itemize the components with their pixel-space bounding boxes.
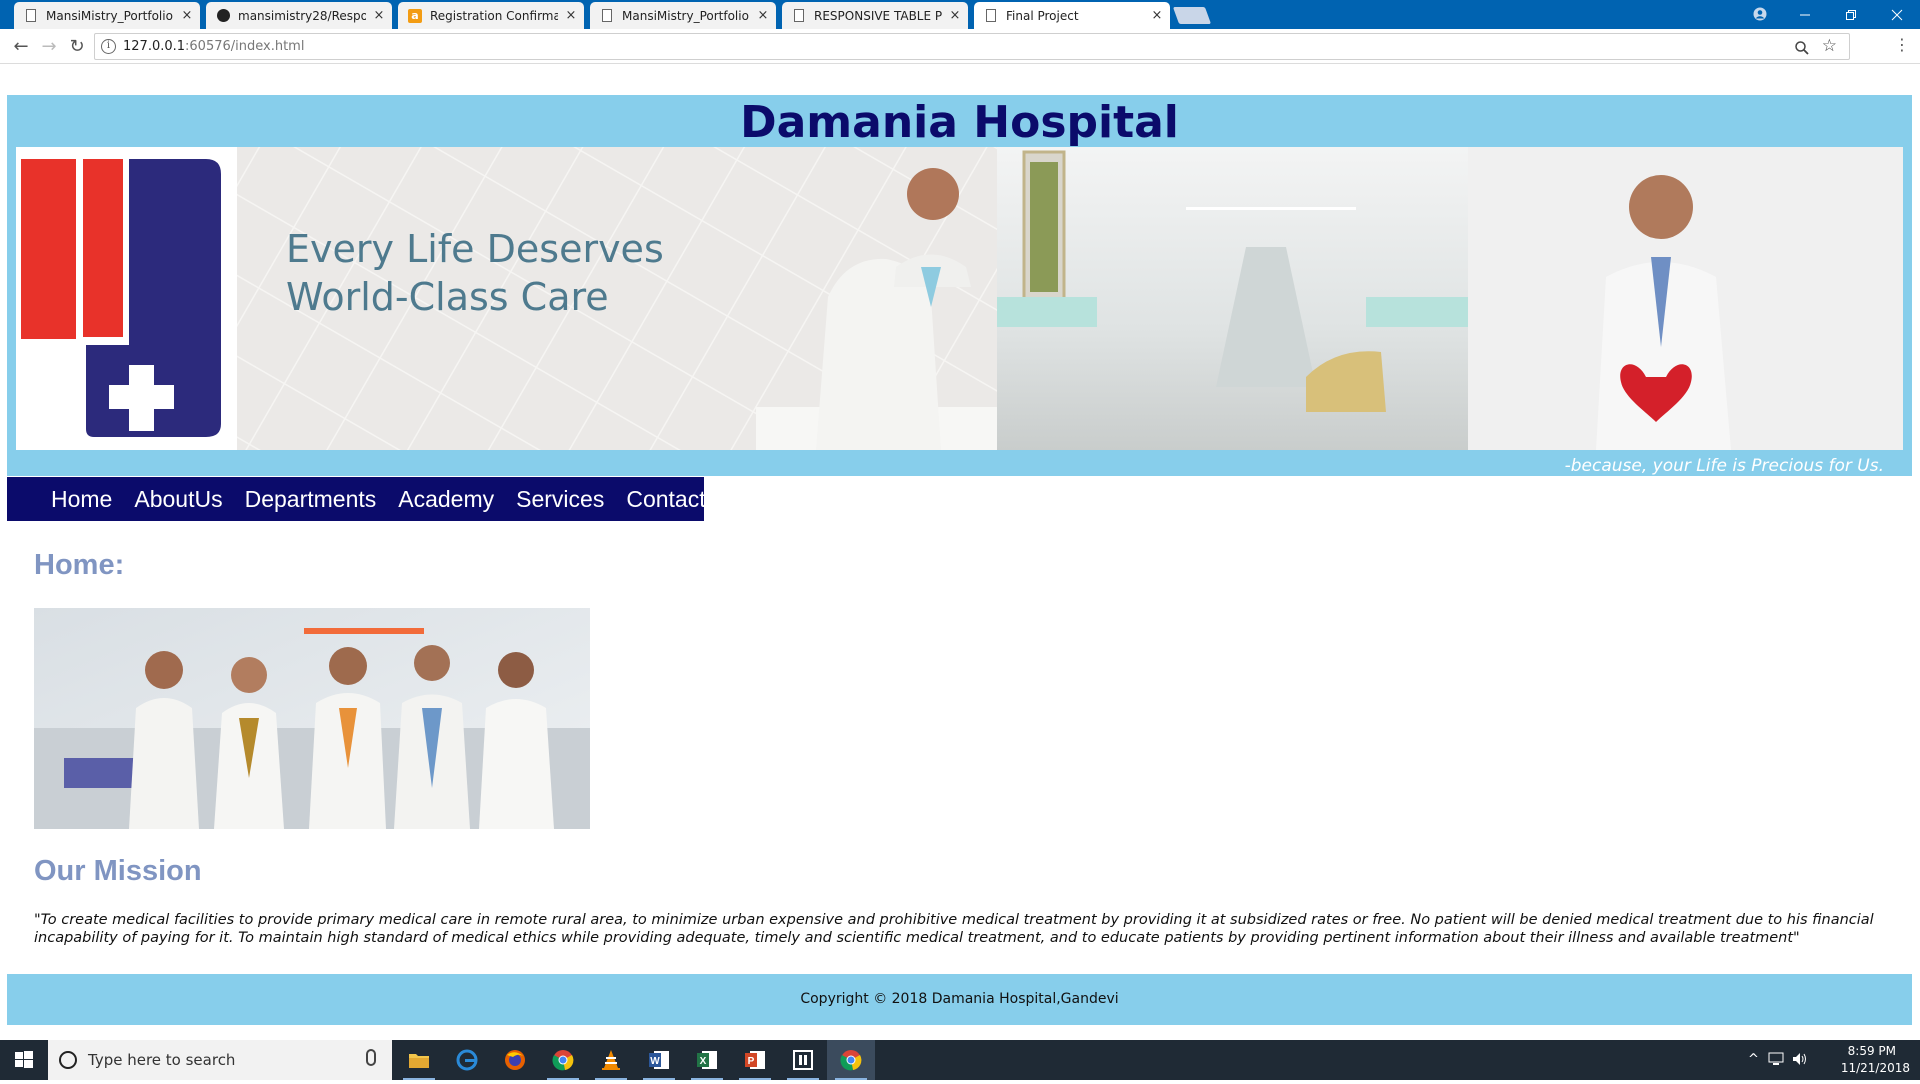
amazon-icon: a (408, 8, 422, 23)
windows-taskbar: Type here to search W X P ^ 8:59 PM 11/2… (0, 1040, 1920, 1080)
svg-text:X: X (700, 1056, 707, 1067)
site-title: Damania Hospital (740, 97, 1179, 148)
header-tagline: -because, your Life is Precious for Us. (1564, 456, 1884, 476)
page-icon (24, 9, 38, 23)
page-icon (984, 9, 998, 23)
github-icon (216, 9, 230, 23)
close-icon[interactable]: × (948, 8, 962, 23)
back-icon[interactable]: ← (8, 34, 34, 60)
close-icon[interactable]: × (180, 8, 194, 23)
volume-icon[interactable] (1792, 1052, 1808, 1070)
web-page: Damania Hospital Every Life Deserves Wor… (0, 65, 1920, 1040)
tab-title: Final Project (1006, 8, 1079, 23)
nav-link-contact[interactable]: Contact (626, 477, 705, 521)
tab-title: Registration Confirmation (430, 8, 558, 23)
browser-tab[interactable]: a Registration Confirmation × (398, 2, 584, 29)
browser-tab-strip: MansiMistry_Portfolio × mansimistry28/Re… (0, 0, 1920, 29)
banner-slogan: World-Class Care (286, 275, 609, 319)
info-icon[interactable]: i (101, 39, 116, 54)
svg-text:P: P (748, 1056, 755, 1067)
nav-link-academy[interactable]: Academy (398, 477, 494, 521)
new-tab-button[interactable] (1172, 7, 1212, 24)
site-footer: Copyright © 2018 Damania Hospital,Gandev… (7, 974, 1912, 1025)
nav-link-aboutus[interactable]: AboutUs (134, 477, 222, 521)
tab-title: MansiMistry_Portfolio (622, 8, 749, 23)
system-tray: ^ 8:59 PM 11/21/2018 (1740, 1040, 1920, 1080)
nav-link-home[interactable]: Home (51, 477, 112, 521)
file-explorer-icon[interactable] (395, 1040, 443, 1080)
site-header: Damania Hospital Every Life Deserves Wor… (7, 95, 1912, 476)
taskbar-search-box[interactable]: Type here to search (48, 1040, 392, 1080)
nav-link-departments[interactable]: Departments (245, 477, 377, 521)
mission-heading: Our Mission (34, 855, 202, 887)
browser-menu-icon[interactable]: ⋮ (1894, 35, 1910, 54)
vlc-icon[interactable] (587, 1040, 635, 1080)
restore-icon[interactable] (1828, 0, 1874, 29)
page-icon (792, 9, 806, 23)
microphone-icon[interactable] (366, 1049, 376, 1066)
browser-toolbar: ← → ↻ i 127.0.0.1:60576/index.html ☆ ⋮ (0, 29, 1920, 64)
page-icon (600, 9, 614, 23)
tab-title: MansiMistry_Portfolio (46, 8, 173, 23)
doctors-team-photo (34, 608, 590, 829)
browser-tab[interactable]: MansiMistry_Portfolio × (590, 2, 776, 29)
word-icon[interactable]: W (635, 1040, 683, 1080)
excel-icon[interactable]: X (683, 1040, 731, 1080)
zoom-icon[interactable] (1795, 37, 1809, 59)
address-bar[interactable]: i 127.0.0.1:60576/index.html ☆ (94, 33, 1850, 60)
close-icon[interactable]: × (1150, 8, 1164, 23)
chevron-up-icon[interactable]: ^ (1748, 1052, 1759, 1067)
browser-tab[interactable]: mansimistry28/Responsiv × (206, 2, 392, 29)
browser-tab[interactable]: MansiMistry_Portfolio × (14, 2, 200, 29)
clock-date[interactable]: 11/21/2018 (1841, 1061, 1910, 1075)
app-icon[interactable] (779, 1040, 827, 1080)
windows-start-icon[interactable] (0, 1040, 48, 1080)
firefox-icon[interactable] (491, 1040, 539, 1080)
banner-slogan: Every Life Deserves (286, 227, 664, 271)
tab-title: mansimistry28/Responsiv (238, 8, 366, 23)
browser-tab[interactable]: RESPONSIVE TABLE PRO × (782, 2, 968, 29)
reload-icon[interactable]: ↻ (64, 34, 90, 60)
clock-time[interactable]: 8:59 PM (1848, 1044, 1896, 1058)
edge-icon[interactable] (443, 1040, 491, 1080)
search-placeholder: Type here to search (88, 1051, 236, 1069)
cortana-icon (59, 1051, 77, 1069)
forward-icon[interactable]: → (36, 34, 62, 60)
svg-text:W: W (650, 1056, 660, 1067)
bookmark-star-icon[interactable]: ☆ (1822, 36, 1837, 56)
network-icon[interactable] (1768, 1052, 1784, 1070)
minimize-icon[interactable] (1782, 0, 1828, 29)
close-icon[interactable]: × (372, 8, 386, 23)
mission-paragraph: "To create medical facilities to provide… (34, 912, 1874, 946)
browser-tab-active[interactable]: Final Project × (974, 2, 1170, 29)
close-icon[interactable]: × (564, 8, 578, 23)
close-icon[interactable]: × (756, 8, 770, 23)
profile-icon[interactable] (1736, 0, 1784, 29)
nav-link-services[interactable]: Services (516, 477, 604, 521)
chrome-icon[interactable] (827, 1040, 875, 1080)
home-heading: Home: (34, 549, 125, 581)
powerpoint-icon[interactable]: P (731, 1040, 779, 1080)
chrome-icon[interactable] (539, 1040, 587, 1080)
banner-image: Every Life Deserves World-Class Care (16, 147, 1903, 450)
url-text[interactable]: 127.0.0.1:60576/index.html (123, 39, 304, 54)
tab-title: RESPONSIVE TABLE PRO (814, 8, 942, 23)
main-nav: Home AboutUs Departments Academy Service… (7, 477, 706, 521)
close-window-icon[interactable] (1874, 0, 1920, 29)
